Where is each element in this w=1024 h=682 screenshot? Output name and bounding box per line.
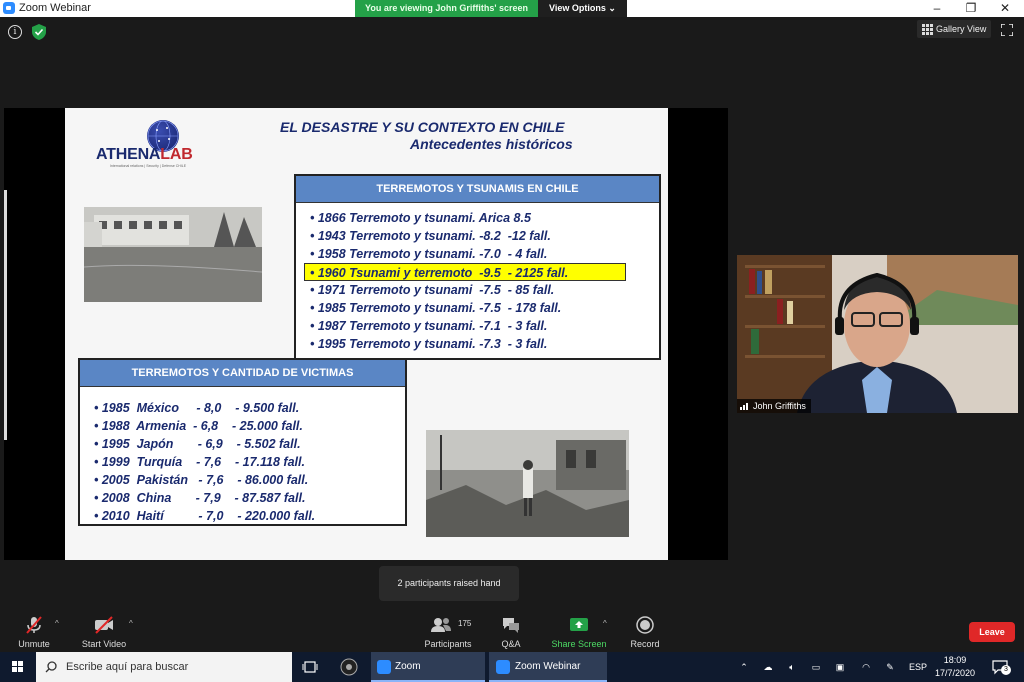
taskbar-zoom-webinar-label: Zoom Webinar <box>515 661 581 672</box>
participants-icon <box>431 618 452 632</box>
list-item: • 1987 Terremoto y tsunami. -7.1 - 3 fal… <box>310 319 548 333</box>
language-indicator[interactable]: ESP <box>907 652 929 682</box>
search-icon <box>45 661 57 673</box>
list-item: • 1995 Terremoto y tsunami. -7.3 - 3 fal… <box>310 337 548 351</box>
meeting-info-icon[interactable]: i <box>8 25 22 39</box>
taskbar-zoom-webinar-app[interactable]: Zoom Webinar <box>489 652 607 682</box>
list-item: • 1866 Terremoto y tsunami. Arica 8.5 <box>310 211 531 225</box>
list-item: • 1943 Terremoto y tsunami. -8.2 -12 fal… <box>310 229 551 243</box>
windows-taskbar: Escribe aquí para buscar Zoom Zoom Webin… <box>0 652 1024 682</box>
list-item: • 2010 Haití - 7,0 - 220.000 fall. <box>94 509 316 523</box>
volume-icon[interactable]: 🔈︎ <box>784 652 800 682</box>
participants-label: Participants <box>424 639 472 649</box>
list-item: • 1985 Terremoto y tsunami. -7.5 - 178 f… <box>310 301 562 315</box>
close-button[interactable]: ✕ <box>988 0 1022 17</box>
taskbar-search-input[interactable]: Escribe aquí para buscar <box>36 652 292 682</box>
qa-chat-icon <box>503 618 519 633</box>
earthquake-rubble-photo <box>426 430 629 537</box>
viewing-screen-banner: You are viewing John Griffiths' screen <box>355 0 538 17</box>
clock-time: 18:09 <box>943 655 967 665</box>
window-titlebar: Zoom Webinar You are viewing John Griffi… <box>0 0 1024 17</box>
highlighted-list-item: • 1960 Tsunami y terremoto -9.5 - 2125 f… <box>304 263 626 281</box>
chile-box-header: TERREMOTOS Y TSUNAMIS EN CHILE <box>296 176 659 203</box>
list-item: • 1971 Terremoto y tsunami -7.5 - 85 fal… <box>310 283 555 297</box>
obs-app-icon[interactable] <box>340 658 358 676</box>
wifi-icon[interactable]: ◠ <box>858 652 874 682</box>
view-options-button[interactable]: View Options ⌄ <box>538 0 627 17</box>
participants-button[interactable]: 175 Participants <box>420 612 476 652</box>
participant-video-feed <box>737 255 1018 413</box>
list-item: • 2005 Pakistán - 7,6 - 86.000 fall. <box>94 473 309 487</box>
start-video-button[interactable]: Start Video <box>78 612 130 652</box>
windows-start-icon[interactable] <box>0 652 36 682</box>
participant-name: John Griffiths <box>753 401 806 411</box>
gallery-view-label: Gallery View <box>936 24 987 34</box>
encryption-shield-icon[interactable] <box>32 24 46 40</box>
battery-icon[interactable]: ▭ <box>808 652 824 682</box>
zoom-icon <box>377 660 391 674</box>
victims-box: TERREMOTOS Y CANTIDAD DE VICTIMAS • 1985… <box>78 358 407 526</box>
qa-label: Q&A <box>501 639 521 649</box>
gallery-grid-icon <box>922 24 933 35</box>
record-label: Record <box>630 639 660 649</box>
shared-screen-edge <box>4 190 7 440</box>
raised-hand-notification: 2 participants raised hand <box>379 566 519 601</box>
zoom-webinar-icon <box>496 660 510 674</box>
window-title: Zoom Webinar <box>19 2 91 14</box>
athenalab-tagline: International relations | Security | Def… <box>109 164 187 168</box>
slide-subtitle: Antecedentes históricos <box>410 136 573 152</box>
system-clock[interactable]: 18:09 17/7/2020 <box>928 654 982 680</box>
fullscreen-icon[interactable] <box>1001 24 1013 36</box>
notifications-icon[interactable]: 3 <box>992 659 1011 675</box>
participants-count: 175 <box>458 619 472 628</box>
meeting-toolbar: Unmute ^ Start Video ^ 175 Participants … <box>0 612 1024 652</box>
microphone-muted-icon <box>26 616 42 634</box>
list-item: • 1988 Armenia - 6,8 - 25.000 fall. <box>94 419 303 433</box>
leave-button[interactable]: Leave <box>969 622 1015 642</box>
video-off-icon <box>95 616 113 634</box>
video-options-caret[interactable]: ^ <box>129 619 133 628</box>
minimize-button[interactable]: – <box>920 0 954 17</box>
gallery-view-button[interactable]: Gallery View <box>917 20 991 38</box>
share-screen-icon <box>570 618 588 631</box>
slide-title: EL DESASTRE Y SU CONTEXTO EN CHILE <box>280 119 565 135</box>
participant-name-tag: John Griffiths <box>737 399 811 413</box>
zoom-app-icon <box>3 2 15 14</box>
record-button[interactable]: Record <box>626 612 664 652</box>
record-icon <box>636 616 654 634</box>
flood-photo <box>84 207 262 302</box>
qa-button[interactable]: Q&A <box>494 612 528 652</box>
list-item: • 1999 Turquía - 7,6 - 17.118 fall. <box>94 455 305 469</box>
chile-earthquakes-box: TERREMOTOS Y TSUNAMIS EN CHILE • 1866 Te… <box>294 174 661 360</box>
taskbar-zoom-app[interactable]: Zoom <box>371 652 485 682</box>
restore-button[interactable]: ❐ <box>954 0 988 17</box>
list-item: • 1995 Japón - 6,9 - 5.502 fall. <box>94 437 301 451</box>
victims-list: • 1985 México - 8,0 - 9.500 fall. • 1988… <box>80 387 405 525</box>
task-view-icon[interactable] <box>302 660 318 674</box>
unmute-label: Unmute <box>18 639 50 649</box>
pen-icon[interactable]: ✎ <box>882 652 898 682</box>
list-item: • 2008 China - 7,9 - 87.587 fall. <box>94 491 306 505</box>
clock-date: 17/7/2020 <box>934 668 976 678</box>
athenalab-logo-text: ATHENALAB <box>96 146 193 163</box>
cloud-icon[interactable]: ☁ <box>760 652 776 682</box>
display-icon[interactable]: ▣ <box>832 652 848 682</box>
share-screen-button[interactable]: Share Screen <box>548 612 610 652</box>
signal-strength-icon <box>740 403 748 410</box>
share-screen-label: Share Screen <box>551 639 607 649</box>
audio-options-caret[interactable]: ^ <box>55 619 59 628</box>
unmute-button[interactable]: Unmute <box>12 612 56 652</box>
participant-video-tile[interactable]: John Griffiths <box>737 255 1018 413</box>
chile-earthquake-list: • 1866 Terremoto y tsunami. Arica 8.5 • … <box>296 203 659 353</box>
tray-chevron-icon[interactable]: ⌃ <box>738 652 750 682</box>
victims-box-header: TERREMOTOS Y CANTIDAD DE VICTIMAS <box>80 360 405 387</box>
start-video-label: Start Video <box>81 639 127 649</box>
taskbar-zoom-label: Zoom <box>395 661 421 672</box>
share-options-caret[interactable]: ^ <box>603 619 607 628</box>
list-item: • 1958 Terremoto y tsunami. -7.0 - 4 fal… <box>310 247 548 261</box>
search-placeholder: Escribe aquí para buscar <box>66 661 189 673</box>
list-item: • 1985 México - 8,0 - 9.500 fall. <box>94 401 300 415</box>
notification-count-badge: 3 <box>1001 665 1011 675</box>
